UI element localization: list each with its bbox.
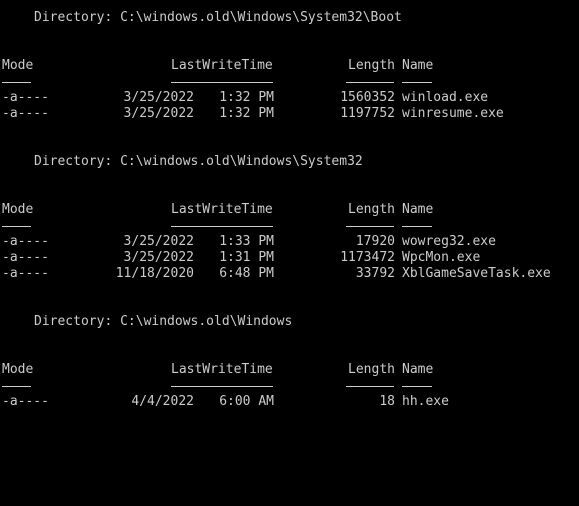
file-date: 4/4/2022	[131, 394, 194, 409]
file-length: 1560352	[340, 90, 395, 105]
file-name: winresume.exe	[402, 106, 504, 121]
file-mode: -a----	[2, 266, 49, 281]
header-underline-row	[0, 74, 579, 90]
underline-last-write-time	[171, 226, 273, 227]
file-date: 11/18/2020	[115, 266, 194, 281]
underline-name	[402, 226, 432, 227]
directory-heading: Directory: C:\windows.old\Windows\System…	[34, 10, 402, 25]
file-time: 6:48 PM	[219, 266, 274, 281]
file-name: XblGameSaveTask.exe	[402, 266, 551, 281]
file-date: 3/25/2022	[123, 90, 194, 105]
column-header-row: Mode LastWriteTime Length Name	[0, 58, 579, 74]
header-last-write-time: LastWriteTime	[171, 58, 273, 73]
header-mode: Mode	[2, 58, 34, 73]
file-length: 1197752	[340, 106, 395, 121]
file-name: winload.exe	[402, 90, 489, 105]
underline-mode	[2, 386, 31, 387]
file-row: -a---- 4/4/2022 6:00 AM 18 hh.exe	[0, 394, 579, 410]
file-mode: -a----	[2, 234, 49, 249]
file-date: 3/25/2022	[123, 250, 194, 265]
file-name: WpcMon.exe	[402, 250, 481, 265]
file-date: 3/25/2022	[123, 106, 194, 121]
directory-heading: Directory: C:\windows.old\Windows	[34, 314, 293, 329]
file-time: 1:32 PM	[219, 106, 274, 121]
terminal-output[interactable]: Directory: C:\windows.old\Windows\System…	[0, 0, 579, 430]
header-length: Length	[348, 58, 395, 73]
underline-length	[346, 226, 394, 227]
column-header-row: Mode LastWriteTime Length Name	[0, 362, 579, 378]
underline-mode	[2, 82, 31, 83]
header-name: Name	[402, 202, 434, 217]
file-time: 6:00 AM	[219, 394, 274, 409]
header-length: Length	[348, 362, 395, 377]
directory-heading: Directory: C:\windows.old\Windows\System…	[34, 154, 363, 169]
file-mode: -a----	[2, 106, 49, 121]
file-time: 1:32 PM	[219, 90, 274, 105]
underline-name	[402, 82, 432, 83]
header-last-write-time: LastWriteTime	[171, 362, 273, 377]
file-row: -a---- 3/25/2022 1:32 PM 1197752 winresu…	[0, 106, 579, 122]
file-row: -a---- 3/25/2022 1:33 PM 17920 wowreg32.…	[0, 234, 579, 250]
file-mode: -a----	[2, 90, 49, 105]
header-mode: Mode	[2, 202, 34, 217]
header-mode: Mode	[2, 362, 34, 377]
header-name: Name	[402, 362, 434, 377]
file-length: 18	[379, 394, 395, 409]
underline-name	[402, 386, 432, 387]
file-time: 1:31 PM	[219, 250, 274, 265]
header-underline-row	[0, 218, 579, 234]
underline-length	[346, 386, 394, 387]
file-name: hh.exe	[402, 394, 449, 409]
file-length: 1173472	[340, 250, 395, 265]
file-mode: -a----	[2, 394, 49, 409]
file-row: -a---- 3/25/2022 1:32 PM 1560352 winload…	[0, 90, 579, 106]
file-time: 1:33 PM	[219, 234, 274, 249]
underline-last-write-time	[171, 386, 273, 387]
column-header-row: Mode LastWriteTime Length Name	[0, 202, 579, 218]
file-length: 33792	[355, 266, 395, 281]
underline-length	[346, 82, 394, 83]
header-length: Length	[348, 202, 395, 217]
file-row: -a---- 3/25/2022 1:31 PM 1173472 WpcMon.…	[0, 250, 579, 266]
header-last-write-time: LastWriteTime	[171, 202, 273, 217]
underline-mode	[2, 226, 31, 227]
header-name: Name	[402, 58, 434, 73]
underline-last-write-time	[171, 82, 273, 83]
file-date: 3/25/2022	[123, 234, 194, 249]
header-underline-row	[0, 378, 579, 394]
file-length: 17920	[355, 234, 395, 249]
file-mode: -a----	[2, 250, 49, 265]
file-row: -a---- 11/18/2020 6:48 PM 33792 XblGameS…	[0, 266, 579, 282]
file-name: wowreg32.exe	[402, 234, 496, 249]
